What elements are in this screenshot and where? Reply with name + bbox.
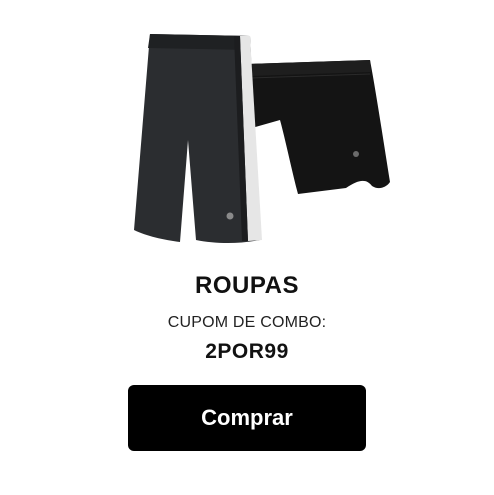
coupon-code: 2POR99 xyxy=(205,340,289,363)
promo-card: ROUPAS CUPOM DE COMBO: 2POR99 Comprar xyxy=(0,0,494,495)
grey-shorts-icon xyxy=(134,34,262,243)
buy-button[interactable]: Comprar xyxy=(128,385,366,451)
coupon-label: CUPOM DE COMBO: xyxy=(167,314,327,331)
shorts-product-image xyxy=(120,22,400,254)
category-title: ROUPAS xyxy=(195,272,299,299)
black-shorts-icon xyxy=(248,60,390,194)
